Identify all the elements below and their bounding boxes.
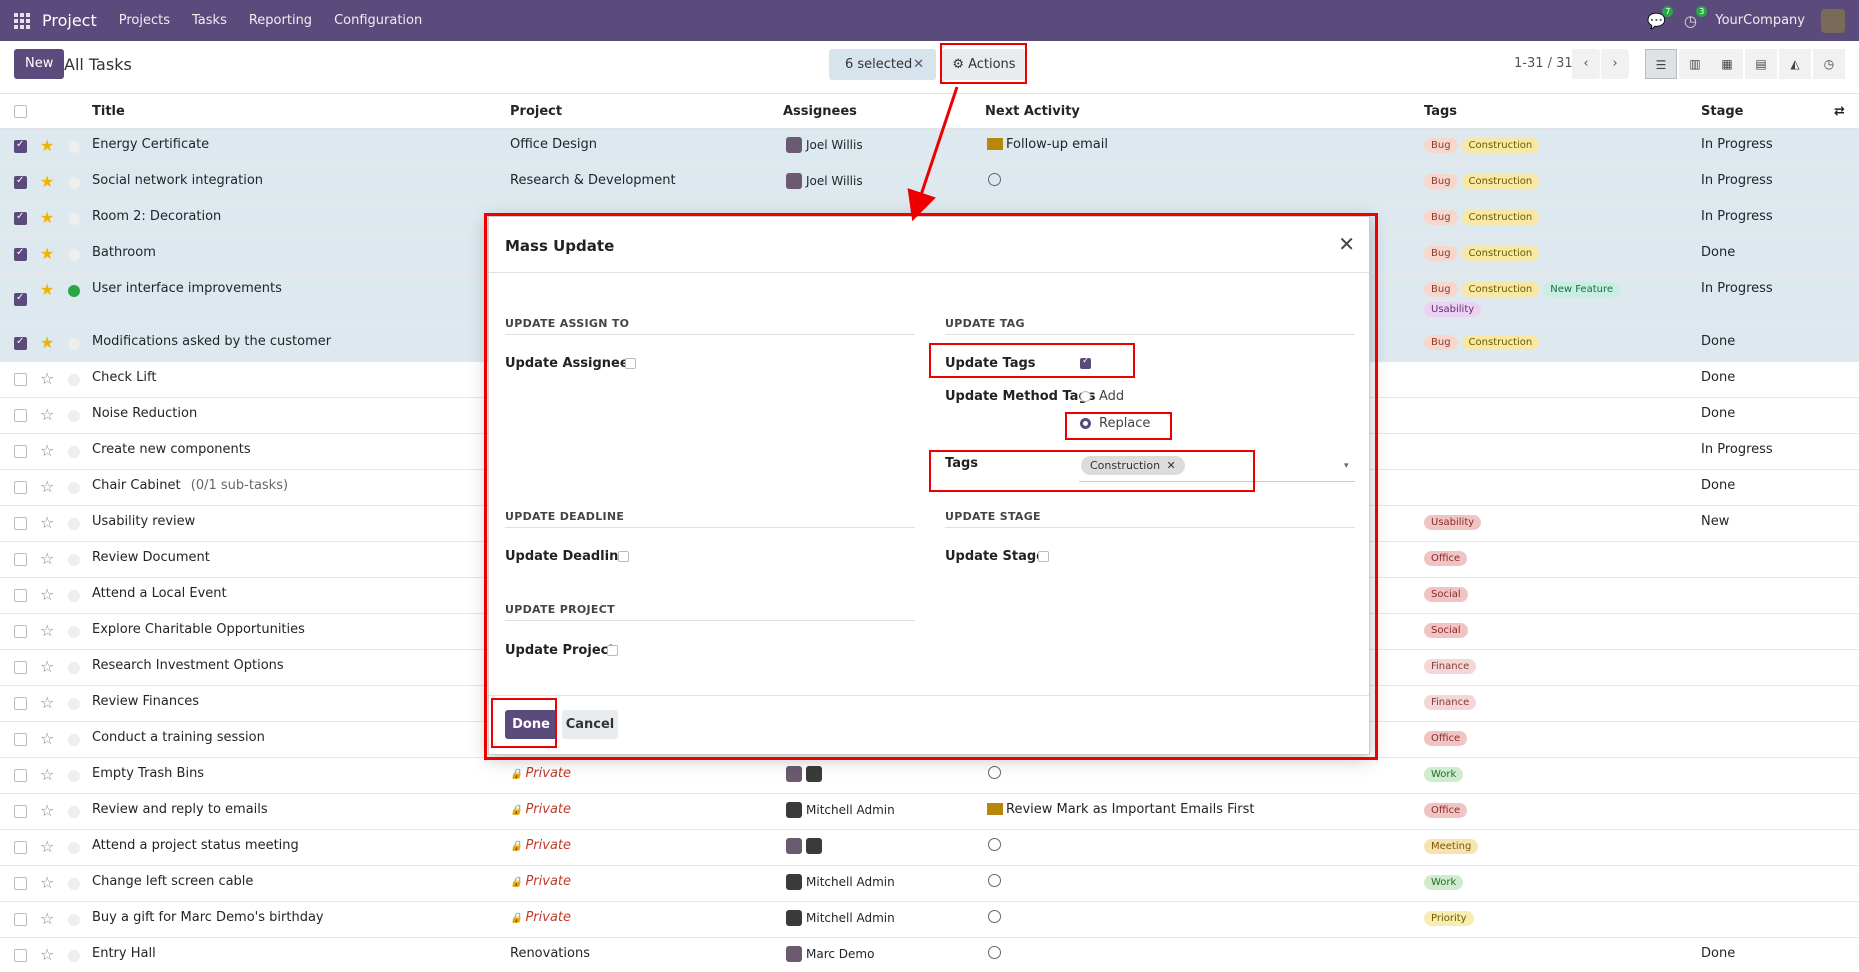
annotation-arrow: [907, 86, 959, 222]
